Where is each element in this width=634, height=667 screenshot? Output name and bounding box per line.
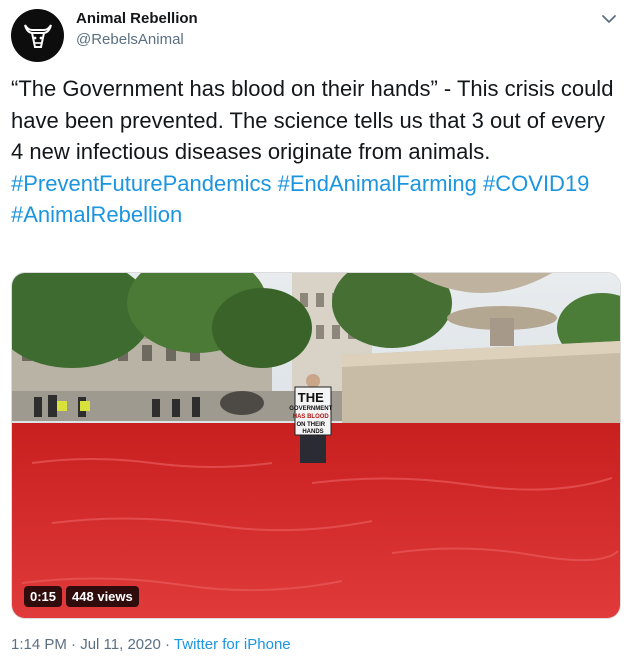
tweet-text: “The Government has blood on their hands… — [11, 73, 623, 231]
tweet-meta: 1:14 PM · Jul 11, 2020 · Twitter for iPh… — [11, 636, 291, 653]
avatar[interactable] — [11, 9, 64, 62]
hashtag-link[interactable]: #COVID19 — [483, 171, 589, 196]
video-duration: 0:15 — [24, 586, 63, 607]
view-count: 448 views — [66, 586, 139, 607]
hashtag-link[interactable]: #PreventFuturePandemics — [11, 171, 271, 196]
video-player[interactable]: THE GOVERNMENT HAS BLOOD ON THEIR HANDS … — [11, 272, 621, 619]
video-frame: THE GOVERNMENT HAS BLOOD ON THEIR HANDS — [12, 273, 620, 618]
meta-separator: · — [71, 636, 77, 653]
sign-line: GOVERNMENT — [289, 406, 332, 412]
sign-line: HANDS — [302, 429, 323, 435]
hashtags: #PreventFuturePandemics #EndAnimalFarmin… — [11, 171, 589, 228]
hashtag-link[interactable]: #AnimalRebellion — [11, 202, 182, 227]
chevron-down-icon[interactable] — [598, 8, 620, 30]
sign-line: THE — [298, 390, 324, 405]
hashtag-link[interactable]: #EndAnimalFarming — [278, 171, 477, 196]
meta-separator: · — [165, 636, 171, 653]
tweet-source[interactable]: Twitter for iPhone — [174, 636, 291, 653]
tweet-date[interactable]: Jul 11, 2020 — [80, 636, 161, 653]
author-handle[interactable]: @RebelsAnimal — [76, 31, 184, 48]
tweet-time[interactable]: 1:14 PM — [11, 636, 67, 653]
author-name[interactable]: Animal Rebellion — [76, 10, 198, 27]
bull-head-icon — [23, 23, 52, 48]
tweet-body: “The Government has blood on their hands… — [11, 76, 614, 164]
sign-line: ON THEIR — [296, 422, 325, 428]
sign-line: HAS BLOOD — [293, 414, 330, 420]
